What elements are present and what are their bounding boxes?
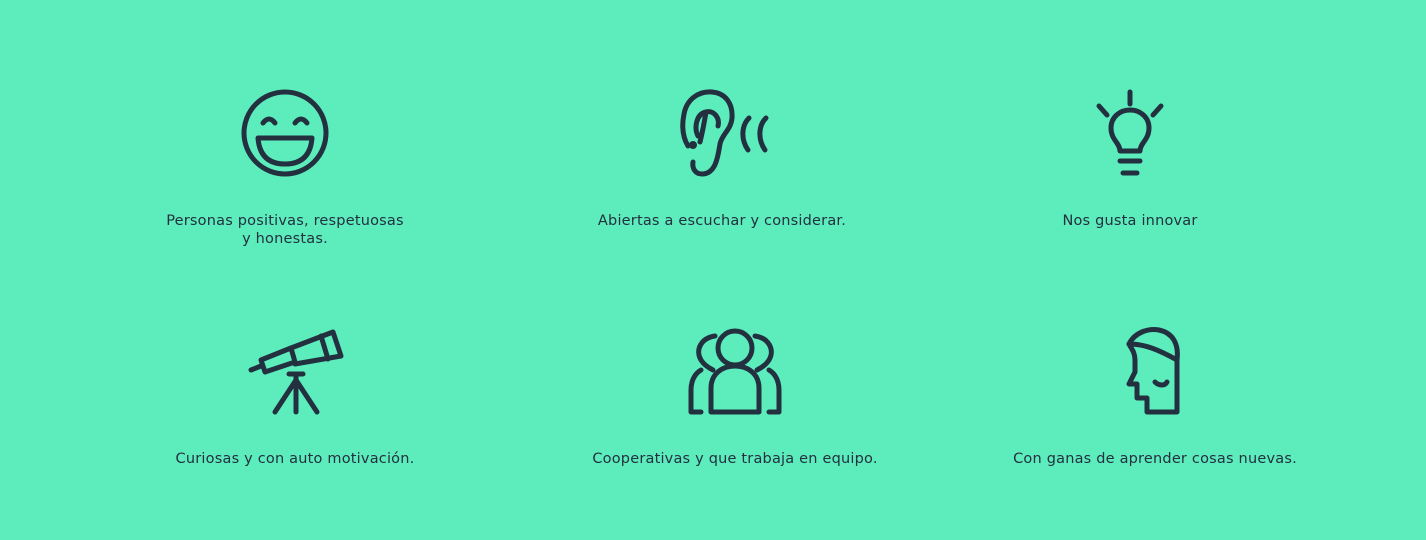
feature-curious: Curiosas y con auto motivación. <box>115 326 475 468</box>
team-people-icon <box>555 326 915 416</box>
feature-learn-new-things: Con ganas de aprender cosas nuevas. <box>975 326 1335 468</box>
smiley-face-icon <box>105 88 465 178</box>
feature-label: Nos gusta innovar <box>1062 213 1198 229</box>
lightbulb-icon <box>950 88 1310 178</box>
feature-open-to-listen: Abiertas a escuchar y considerar. <box>542 88 902 230</box>
feature-positive-people: Personas positivas, respetuosas y honest… <box>105 88 465 248</box>
feature-label: Abiertas a escuchar y considerar. <box>597 213 847 229</box>
feature-label: Personas positivas, respetuosas y honest… <box>166 213 404 247</box>
ear-listening-icon <box>542 88 902 178</box>
feature-teamwork: Cooperativas y que trabaja en equipo. <box>555 326 915 468</box>
feature-innovation: Nos gusta innovar <box>950 88 1310 230</box>
feature-label: Con ganas de aprender cosas nuevas. <box>1013 451 1297 467</box>
feature-label: Cooperativas y que trabaja en equipo. <box>592 451 878 467</box>
telescope-icon <box>115 326 475 416</box>
open-head-icon <box>975 326 1335 416</box>
feature-label: Curiosas y con auto motivación. <box>175 451 415 467</box>
